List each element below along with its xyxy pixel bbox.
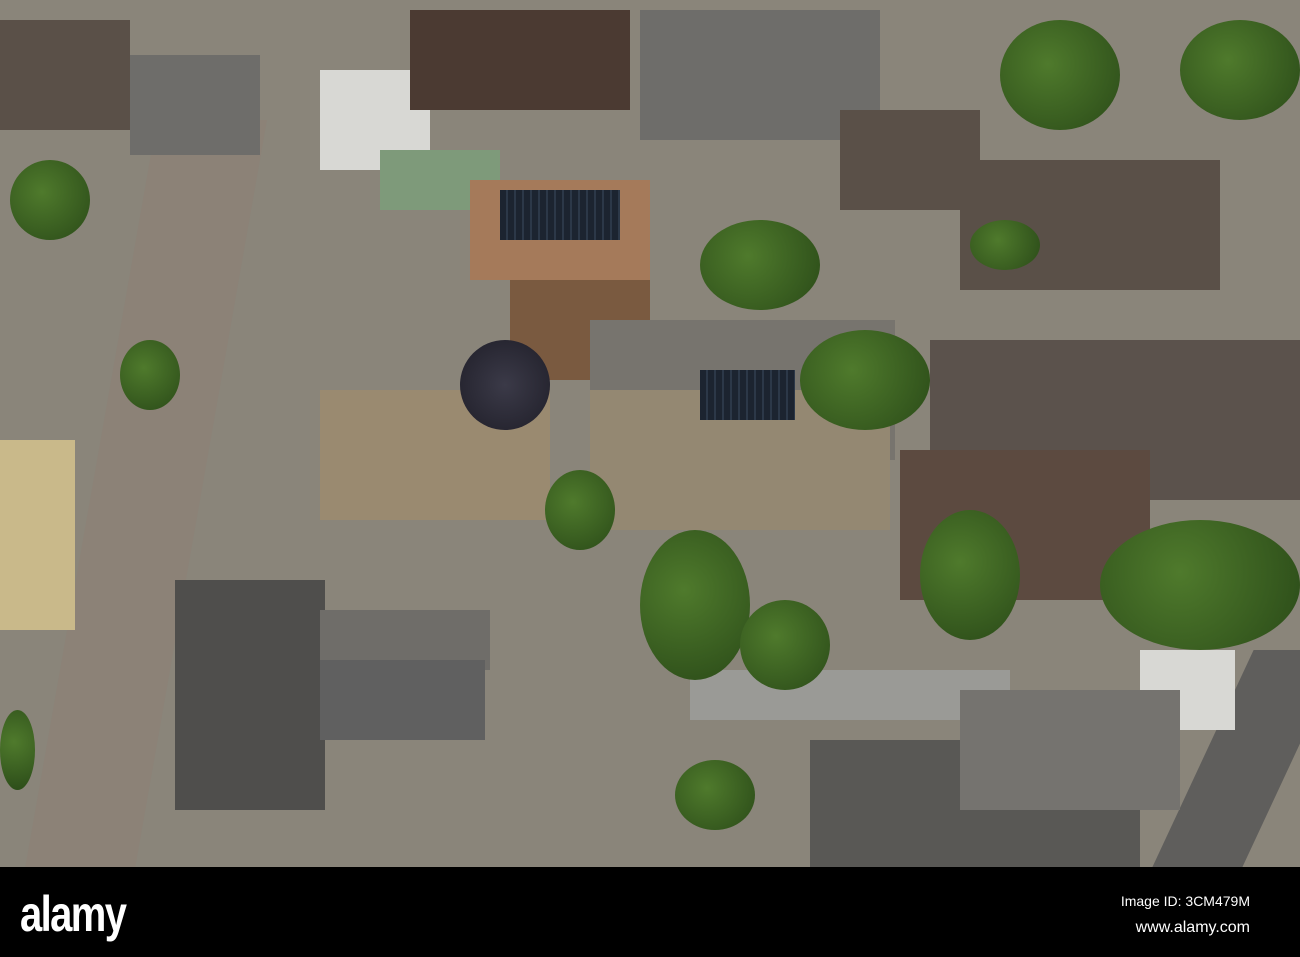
alamy-url: www.alamy.com (1135, 919, 1250, 936)
tree (675, 760, 755, 830)
tree (10, 160, 90, 240)
alamy-logo: alamy (20, 886, 127, 942)
building (0, 20, 130, 130)
building (410, 10, 630, 110)
solar-panels (500, 190, 620, 240)
tree (740, 600, 830, 690)
tree (970, 220, 1040, 270)
tree (1180, 20, 1300, 120)
tree (700, 220, 820, 310)
image-id: Image ID: 3CM479M (1120, 893, 1250, 909)
tree (1000, 20, 1120, 130)
building (840, 110, 980, 210)
tree (920, 510, 1020, 640)
tree (460, 340, 550, 430)
tree (120, 340, 180, 410)
tree (640, 530, 750, 680)
tree (800, 330, 930, 430)
tree (1100, 520, 1300, 650)
solar-panels (700, 370, 795, 420)
parking-lot (960, 690, 1180, 810)
aerial-photo (0, 0, 1300, 867)
building (320, 660, 485, 740)
building (175, 580, 325, 810)
building (130, 55, 260, 155)
watermark-bar: alamy Image ID: 3CM479M www.alamy.com (0, 867, 1300, 957)
tree (545, 470, 615, 550)
building (0, 440, 75, 630)
tree (0, 710, 35, 790)
